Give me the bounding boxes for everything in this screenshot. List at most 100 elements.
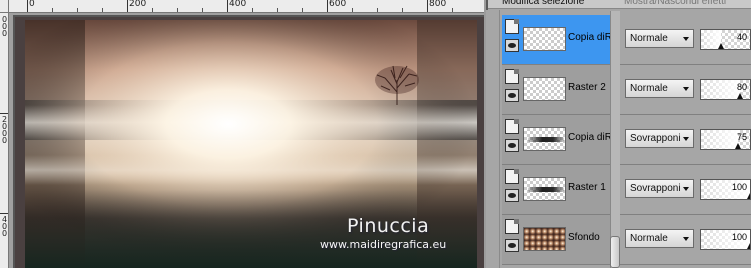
panel-toolbar: Modifica selezione Mostra/Nascondi effet… [488,0,751,9]
ruler-tick [177,8,178,12]
canvas-image[interactable]: Pinuccia www.maidiregrafica.eu [25,20,477,268]
layer-properties: Normale 80 [617,65,751,115]
layer-properties: Sovrapponi 100 [617,165,751,215]
vertical-ruler: 0 0 0 2 0 0 0 4 0 0 [0,13,9,268]
layer-properties: Sovrapponi 75 [617,115,751,165]
ruler-tick [302,8,303,12]
blend-mode-value: Sovrapponi [630,183,681,194]
ruler-label: 0 [1,29,8,38]
layer-row[interactable]: Raster 1 Sovrapponi 100 [502,165,751,215]
opacity-slider-handle[interactable] [737,93,744,99]
raster-layer-icon [505,169,519,184]
layer-name[interactable]: Copia diRas [568,32,615,43]
opacity-control[interactable]: 100 [700,179,751,200]
ruler-corner [0,0,9,13]
layer-thumbnail [523,127,566,151]
layer-row[interactable]: Copia diRas Normale 40 [502,15,751,65]
ruler-label: 0 [1,136,8,145]
chevron-down-icon [683,237,689,241]
layer-name[interactable]: Sfondo [568,232,615,243]
layer-properties: Normale 100 [617,215,751,265]
ruler-tick [227,0,228,12]
ruler-tick [52,8,53,12]
ruler-label: 600 [329,0,347,9]
blend-mode-select[interactable]: Sovrapponi [625,129,694,148]
layer-cell[interactable]: Sfondo [502,215,615,265]
eye-icon[interactable] [505,189,519,202]
layer-cell[interactable]: Raster 1 [502,165,615,215]
layer-cell[interactable]: Copia diRas [502,115,615,165]
ruler-label: 200 [129,0,147,9]
watermark-name: Pinuccia [347,215,430,237]
blend-mode-select[interactable]: Normale [625,79,694,98]
layer-cell[interactable]: Raster 2 [502,65,615,115]
eye-icon[interactable] [505,39,519,52]
chevron-down-icon [683,37,689,41]
ruler-tick [352,8,353,12]
opacity-value: 40 [736,32,747,42]
ruler-tick [102,8,103,12]
panel-scroll-track[interactable] [610,11,620,268]
ruler-tick [27,0,28,12]
eye-icon[interactable] [505,139,519,152]
opacity-control[interactable]: 80 [700,79,751,100]
layer-thumbnail [523,77,566,101]
layer-row[interactable]: Copia diRas Sovrapponi 75 [502,115,751,165]
opacity-control[interactable]: 40 [700,29,751,50]
chevron-down-icon [683,187,689,191]
blend-mode-value: Normale [630,233,668,244]
layer-name[interactable]: Copia diRas [568,132,615,143]
opacity-slider-handle[interactable] [747,243,750,249]
blend-mode-value: Sovrapponi [630,133,681,144]
layer-thumbnail [523,177,566,201]
ruler-tick [277,8,278,12]
blend-mode-select[interactable]: Normale [625,29,694,48]
eye-icon[interactable] [505,239,519,252]
layer-row[interactable]: Raster 2 Normale 80 [502,65,751,115]
opacity-fill [701,130,738,149]
layer-name[interactable]: Raster 2 [568,82,615,93]
ruler-label: 400 [229,0,247,9]
thumbnail-streak [528,137,564,142]
ruler-tick [77,8,78,12]
ruler-tick [0,213,8,214]
chevron-down-icon [683,87,689,91]
canvas-window: 0 200 400 600 800 0 0 0 2 0 0 0 4 0 0 Pi… [0,0,484,268]
opacity-slider-handle[interactable] [717,43,724,49]
horizontal-ruler: 0 200 400 600 800 [9,0,484,13]
opacity-value: 100 [731,182,747,192]
opacity-control[interactable]: 100 [700,229,751,250]
panel-gutter [486,10,500,268]
ruler-tick [202,8,203,12]
layer-thumbnail [523,27,566,51]
chevron-down-icon [683,137,689,141]
opacity-value: 80 [736,82,747,92]
thumbnail-streak [528,187,564,192]
edit-selection-button[interactable]: Modifica selezione [502,0,584,8]
opacity-slider-handle[interactable] [747,193,750,199]
layer-properties: Normale 40 [617,15,751,65]
layer-cell[interactable]: Copia diRas [502,15,615,65]
ruler-tick [402,8,403,12]
toggle-layer-effects-button[interactable]: Mostra/Nascondi effetti livello [624,0,751,8]
opacity-fill [701,80,741,99]
blend-mode-value: Normale [630,83,668,94]
ruler-tick [452,8,453,12]
opacity-value: 100 [731,232,747,242]
ruler-label: 800 [429,0,447,9]
panel-scroll-thumb[interactable] [610,236,620,268]
layer-row[interactable]: Sfondo Normale 100 [502,215,751,265]
raster-layer-icon [505,69,519,84]
opacity-slider-handle[interactable] [734,143,741,149]
eye-icon[interactable] [505,89,519,102]
watermark-url: www.maidiregrafica.eu [320,238,447,251]
opacity-control[interactable]: 75 [700,129,751,150]
blend-mode-select[interactable]: Normale [625,229,694,248]
ruler-tick [327,0,328,12]
opacity-value: 75 [736,132,747,142]
layer-name[interactable]: Raster 1 [568,182,615,193]
blend-mode-value: Normale [630,33,668,44]
blend-mode-select[interactable]: Sovrapponi [625,179,694,198]
raster-layer-icon [505,219,519,234]
ruler-tick [152,8,153,12]
